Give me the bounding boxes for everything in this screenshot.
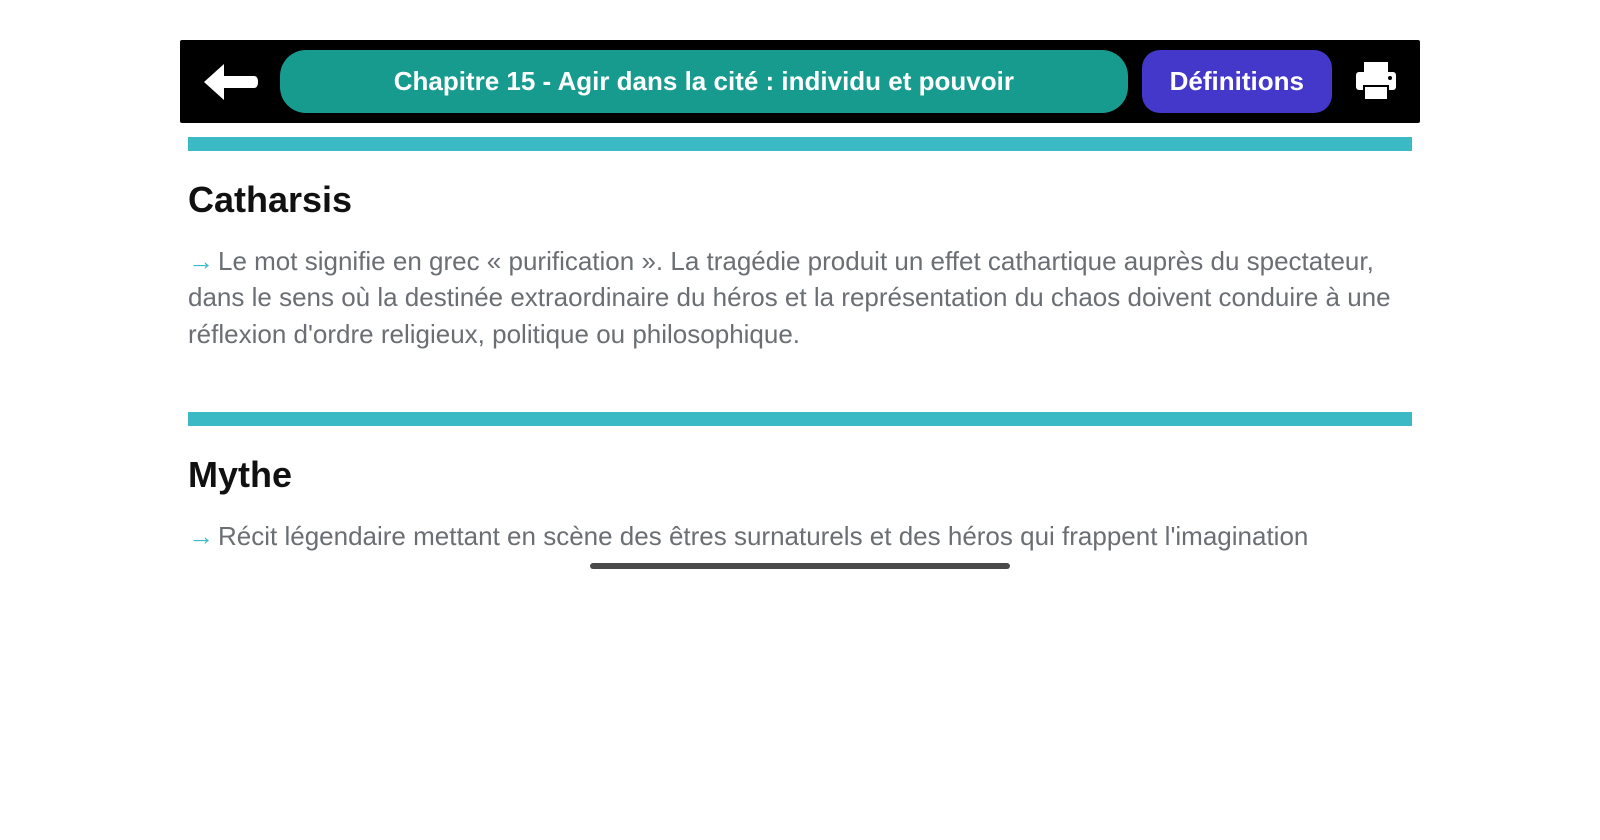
definition-entry: Catharsis →Le mot signifie en grec « pur… bbox=[188, 179, 1412, 352]
term-definition: →Le mot signifie en grec « purification … bbox=[188, 243, 1412, 352]
definition-text: Le mot signifie en grec « purification »… bbox=[188, 246, 1391, 349]
term-heading: Catharsis bbox=[188, 179, 1412, 221]
definitions-button[interactable]: Définitions bbox=[1142, 50, 1332, 113]
definition-text: Récit légendaire mettant en scène des êt… bbox=[218, 521, 1308, 551]
chapter-title-pill[interactable]: Chapitre 15 - Agir dans la cité : indivi… bbox=[280, 50, 1128, 113]
print-button[interactable] bbox=[1346, 54, 1406, 110]
section-divider bbox=[188, 137, 1412, 151]
definition-entry: Mythe →Récit légendaire mettant en scène… bbox=[188, 454, 1412, 554]
horizontal-scroll-indicator[interactable] bbox=[590, 563, 1010, 569]
term-heading: Mythe bbox=[188, 454, 1412, 496]
top-toolbar: Chapitre 15 - Agir dans la cité : indivi… bbox=[180, 40, 1420, 123]
back-button[interactable] bbox=[194, 54, 266, 110]
definitions-content: Catharsis →Le mot signifie en grec « pur… bbox=[180, 137, 1420, 569]
back-arrow-icon bbox=[200, 60, 260, 104]
term-definition: →Récit légendaire mettant en scène des ê… bbox=[188, 518, 1412, 554]
bullet-arrow-icon: → bbox=[188, 521, 214, 551]
bullet-arrow-icon: → bbox=[188, 246, 214, 276]
printer-icon bbox=[1352, 60, 1400, 104]
section-divider bbox=[188, 412, 1412, 426]
